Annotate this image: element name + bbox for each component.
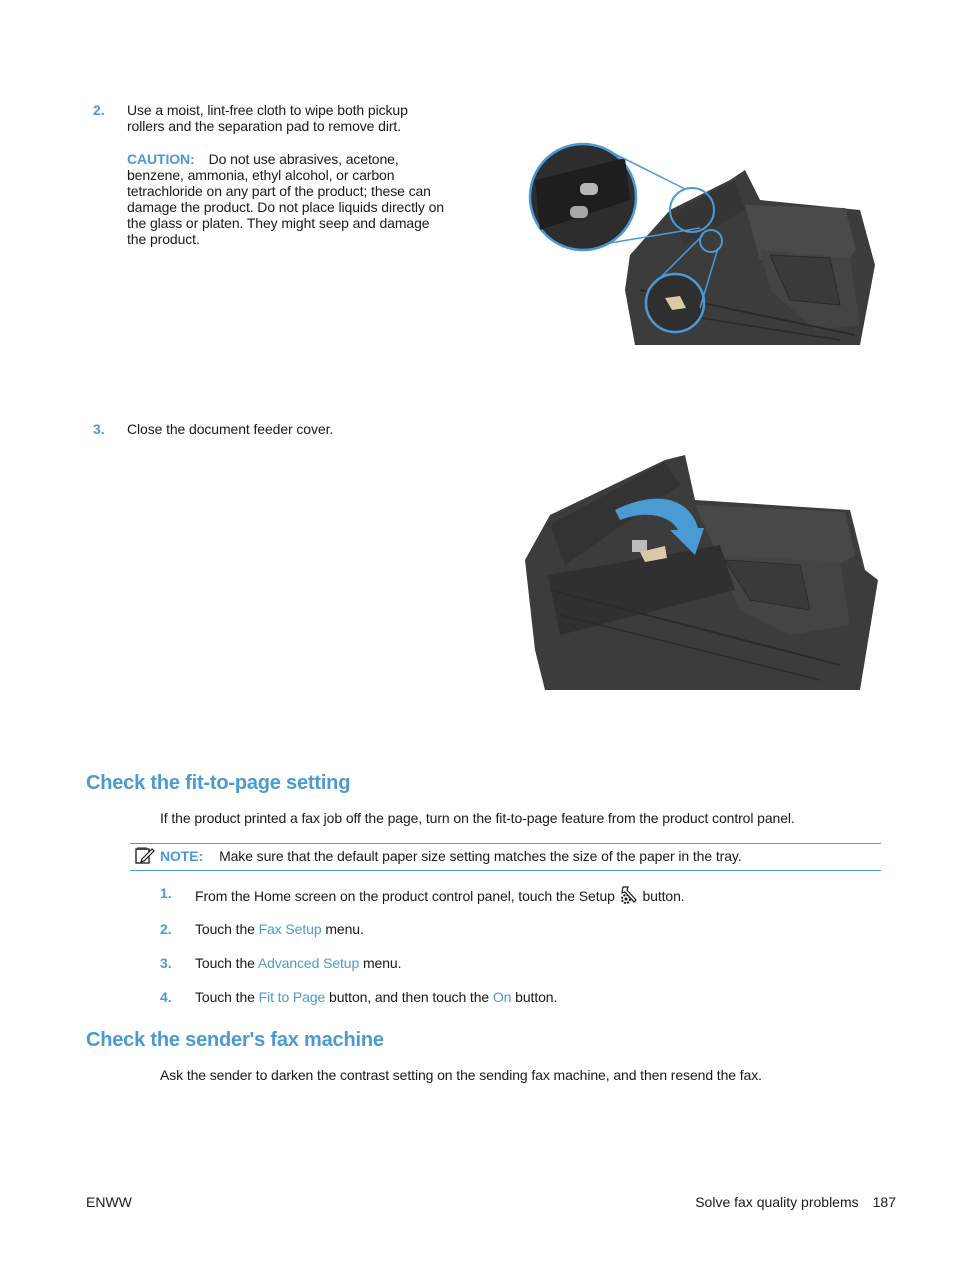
section-intro: If the product printed a fax job off the… (160, 810, 795, 826)
step-number: 1. (160, 885, 172, 901)
footer-right: Solve fax quality problems 187 (695, 1194, 896, 1210)
section-heading-sender: Check the sender's fax machine (86, 1029, 384, 1051)
printer-rollers-illustration (528, 142, 875, 345)
footer-left: ENWW (86, 1194, 132, 1210)
step-text: Touch the Fit to Page button, and then t… (195, 989, 558, 1005)
page-number: 187 (872, 1194, 896, 1210)
advanced-setup-link[interactable]: Advanced Setup (258, 955, 359, 971)
step-number: 4. (160, 989, 172, 1005)
section-text: Ask the sender to darken the contrast se… (160, 1067, 762, 1083)
caution-label: CAUTION: (127, 151, 195, 167)
step-number: 2. (160, 921, 172, 937)
note-text: Make sure that the default paper size se… (219, 848, 742, 864)
caution-block: CAUTION: Do not use abrasives, acetone, b… (127, 151, 447, 247)
step-text: Use a moist, lint-free cloth to wipe bot… (127, 102, 408, 134)
fax-setup-link[interactable]: Fax Setup (259, 921, 322, 937)
section-heading-fit-to-page: Check the fit-to-page setting (86, 772, 351, 794)
printer-close-cover-illustration (525, 455, 878, 690)
step-text-post: button. (642, 888, 685, 904)
step-number: 2. (93, 102, 105, 118)
printer-rollers-figure (520, 140, 880, 345)
step-text: Close the document feeder cover. (127, 421, 334, 437)
step-text: Touch the Fax Setup menu. (195, 921, 364, 937)
setup-icon (619, 885, 639, 904)
step-text: From the Home screen on the product cont… (195, 885, 685, 904)
step-number: 3. (93, 421, 105, 437)
on-link[interactable]: On (493, 989, 512, 1005)
step-text: Touch the Advanced Setup menu. (195, 955, 402, 971)
fit-to-page-link[interactable]: Fit to Page (259, 989, 326, 1005)
note: NOTE: Make sure that the default paper si… (160, 848, 742, 864)
note-label: NOTE: (160, 848, 204, 864)
step-text-pre: From the Home screen on the product cont… (195, 888, 615, 904)
printer-close-cover-figure (520, 450, 880, 695)
footer-section: Solve fax quality problems (695, 1194, 859, 1210)
step-number: 3. (160, 955, 172, 971)
